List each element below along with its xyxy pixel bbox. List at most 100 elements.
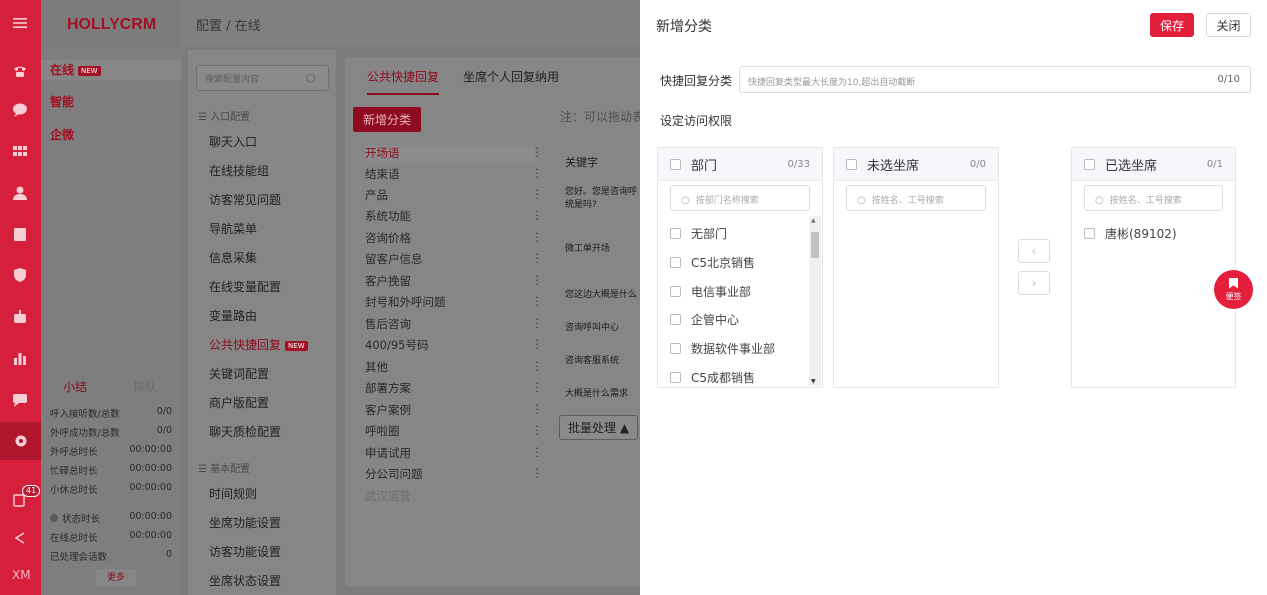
move-right-button[interactable]: › — [1018, 271, 1050, 295]
category-item[interactable]: 留客户信息 ⋮ — [365, 251, 543, 267]
drawer-title: 新增分类 — [656, 19, 712, 35]
category-item[interactable]: 400/95号码 ⋮ — [365, 337, 543, 353]
more-button[interactable]: 更多 — [96, 569, 136, 587]
panel-count: 0/0 — [969, 158, 986, 170]
category-item[interactable]: 呼啦圈 ⋮ — [365, 423, 543, 439]
menu-item[interactable]: 时间规则 — [209, 485, 257, 502]
checkbox[interactable] — [670, 228, 681, 239]
new-badge: NEW — [78, 65, 101, 76]
move-left-button[interactable]: ‹ — [1018, 239, 1050, 263]
collapse-icon[interactable] — [11, 529, 29, 547]
bar-chart-icon[interactable] — [11, 349, 29, 367]
menu-item[interactable]: 关键词配置 — [209, 365, 269, 382]
department-item[interactable]: 企管中心 — [670, 311, 739, 328]
menu-item[interactable]: 变量路由 — [209, 307, 257, 324]
search-icon: ○ — [306, 71, 316, 84]
department-item[interactable]: C5成都销售 — [670, 369, 755, 385]
menu-item[interactable]: 坐席状态设置 — [209, 572, 281, 589]
checkbox[interactable] — [1084, 228, 1095, 239]
checkbox[interactable] — [670, 286, 681, 297]
selected-agents-panel: 已选坐席 0/1 ○ 按姓名、工号搜索 唐彬(89102) — [1071, 147, 1236, 388]
menu-item[interactable]: 坐席功能设置 — [209, 514, 281, 531]
category-item[interactable]: 部署方案 ⋮ — [365, 380, 543, 396]
category-item[interactable]: 客户案例 ⋮ — [365, 402, 543, 418]
tab-personal-reply[interactable]: 坐席个人回复纳用 — [463, 68, 559, 85]
menu-item[interactable]: 在线技能组 — [209, 162, 269, 179]
category-item[interactable]: 武汉运营 — [365, 488, 535, 504]
scrollbar-thumb[interactable] — [811, 232, 819, 258]
category-item[interactable]: 产品 ⋮ — [365, 187, 543, 203]
menu-item[interactable]: 聊天质检配置 — [209, 423, 281, 440]
stat-row: 外呼总时长 00:00:00 — [50, 444, 172, 458]
save-button[interactable]: 保存 — [1150, 13, 1194, 37]
menu-item[interactable]: 访客功能设置 — [209, 543, 281, 560]
phone-icon[interactable] — [11, 62, 29, 80]
agent-search-input[interactable]: ○ 按姓名、工号搜索 — [1084, 185, 1223, 211]
department-item[interactable]: C5北京销售 — [670, 254, 755, 271]
menu-item[interactable]: 信息采集 — [209, 249, 257, 266]
department-search-input[interactable]: ○ 按部门名称搜索 — [670, 185, 810, 211]
channel-online[interactable]: 在线 NEW — [41, 60, 181, 80]
category-item[interactable]: 咨询价格 ⋮ — [365, 230, 543, 246]
tab-queue[interactable]: 排队 — [133, 378, 157, 395]
close-button[interactable]: 关闭 — [1206, 13, 1251, 37]
checkbox[interactable] — [670, 371, 681, 383]
menu-item[interactable]: 导航菜单 — [209, 220, 257, 237]
menu-item[interactable]: 在线变量配置 — [209, 278, 281, 295]
notes-button[interactable]: 便签 — [1214, 270, 1253, 309]
batch-button[interactable]: 批量处理 ▲ — [559, 415, 639, 440]
message-icon[interactable] — [11, 391, 29, 409]
scroll-down-icon[interactable]: ▼ — [811, 378, 816, 385]
user-icon[interactable] — [11, 184, 29, 202]
category-name-input[interactable]: 快捷回复类型最大长度为10,超出自动截断 0/10 — [739, 66, 1251, 93]
checkbox[interactable] — [670, 343, 681, 354]
select-all-checkbox[interactable] — [670, 158, 681, 170]
menu-item[interactable]: 聊天入口 — [209, 133, 257, 150]
chat-icon[interactable] — [11, 101, 29, 119]
category-item[interactable]: 售后咨询 ⋮ — [365, 316, 543, 332]
category-item[interactable]: 客户挽留 ⋮ — [365, 273, 543, 289]
new-badge: NEW — [285, 340, 308, 351]
menu-item[interactable]: 商户版配置 — [209, 394, 269, 411]
category-item[interactable]: 封号和外呼问题 ⋮ — [365, 294, 543, 310]
panel-count: 0/33 — [787, 158, 810, 170]
grid-icon[interactable] — [11, 142, 29, 160]
selected-agent-item[interactable]: 唐彬(89102) — [1084, 225, 1177, 242]
checkbox[interactable] — [670, 257, 681, 268]
menu-section-entry: ☰ 入口配置 — [198, 112, 251, 123]
add-category-button[interactable]: 新增分类 — [353, 107, 422, 132]
department-item[interactable]: 无部门 — [670, 225, 727, 242]
user-initials[interactable]: XM — [12, 568, 31, 582]
keyword-cell: 您好。您是咨询呼统是吗? — [565, 187, 638, 210]
select-all-checkbox[interactable] — [1084, 158, 1095, 170]
shield-icon[interactable] — [11, 266, 29, 284]
category-item[interactable]: 其他 ⋮ — [365, 359, 543, 375]
keyword-cell: 咨询呼叫中心 — [565, 323, 620, 333]
channel-wecom[interactable]: 企微 — [50, 125, 74, 145]
category-item[interactable]: 申请试用 ⋮ — [365, 445, 543, 461]
scroll-up-icon[interactable]: ▲ — [811, 217, 816, 224]
clipboard-icon[interactable] — [11, 225, 29, 243]
department-item[interactable]: 电信事业部 — [670, 283, 751, 300]
robot-icon[interactable] — [11, 308, 29, 326]
agent-search-input[interactable]: ○ 按姓名、工号搜索 — [846, 185, 986, 211]
menu-item-active[interactable]: 公共快捷回复 NEW — [209, 336, 308, 353]
category-item[interactable]: 开场语 ⋮ — [365, 145, 543, 161]
unselected-agents-panel: 未选坐席 0/0 ○ 按姓名、工号搜索 — [833, 147, 999, 388]
category-item[interactable]: 分公司问题 ⋮ — [365, 466, 543, 482]
category-item[interactable]: 系统功能 ⋮ — [365, 208, 543, 224]
checkbox[interactable] — [670, 314, 681, 325]
category-item[interactable]: 结束语 ⋮ — [365, 166, 543, 182]
menu-item[interactable]: 访客常见问题 — [209, 191, 281, 208]
department-item[interactable]: 数据软件事业部 — [670, 340, 775, 357]
tab-summary[interactable]: 小结 — [63, 378, 87, 395]
tab-public-reply[interactable]: 公共快捷回复 — [367, 68, 440, 95]
chevron-right-icon: › — [1031, 276, 1037, 290]
channel-smart[interactable]: 智能 — [50, 92, 74, 112]
menu-icon[interactable] — [11, 14, 29, 32]
settings-gear-icon[interactable] — [0, 422, 41, 460]
scrollbar[interactable]: ▲ ▼ — [809, 216, 821, 386]
content-panel: 公共快捷回复 坐席个人回复纳用 新增分类 注：可以拖动表 开场语 ⋮ 结束语 ⋮ 产… — [345, 57, 644, 587]
select-all-checkbox[interactable] — [846, 158, 857, 170]
drag-note: 注：可以拖动表 — [560, 110, 645, 124]
